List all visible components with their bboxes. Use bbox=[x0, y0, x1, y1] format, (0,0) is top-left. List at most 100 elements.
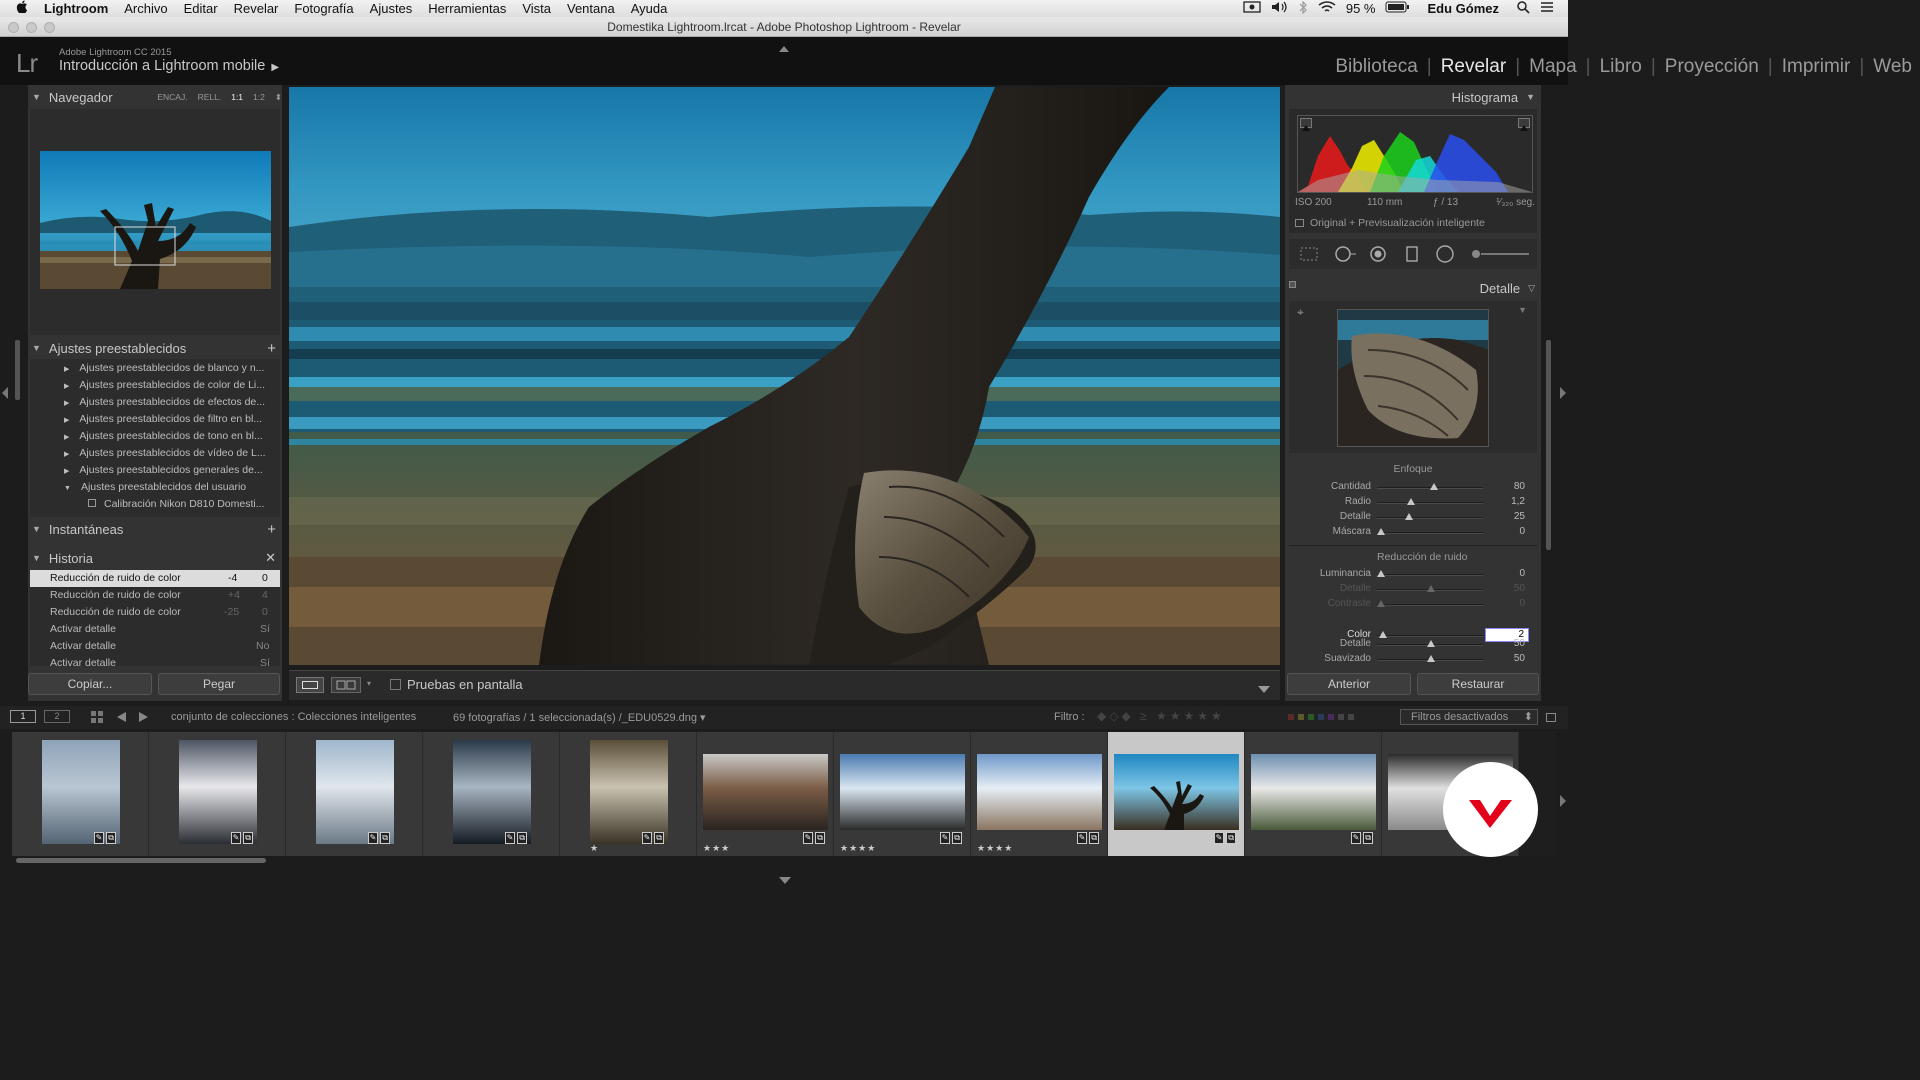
zoom-fill[interactable]: RELL. bbox=[198, 92, 222, 103]
slider-thumb[interactable] bbox=[1379, 631, 1387, 638]
slider-thumb[interactable] bbox=[1407, 498, 1415, 505]
color-label-filter[interactable] bbox=[1288, 714, 1354, 720]
radial-filter-icon[interactable] bbox=[1435, 245, 1455, 268]
filmstrip-cell[interactable]: ✎⧉ bbox=[286, 732, 423, 856]
right-panel-scrollbar[interactable] bbox=[1546, 340, 1551, 550]
menu-ventana[interactable]: Ventana bbox=[559, 0, 623, 17]
history-step[interactable]: Activar detalle Sí bbox=[30, 621, 280, 638]
filmstrip-thumbnail[interactable] bbox=[1114, 754, 1239, 830]
slider-track[interactable] bbox=[1377, 635, 1483, 637]
slider-value[interactable]: 50 bbox=[1485, 653, 1525, 664]
slider-detalle[interactable]: Detalle 50 bbox=[1285, 583, 1541, 597]
zoom-1-2[interactable]: 1:2 bbox=[253, 92, 265, 103]
zoom-window-button[interactable] bbox=[44, 22, 55, 33]
zoom-1-1[interactable]: 1:1 bbox=[231, 92, 243, 103]
slider-value[interactable]: 1,2 bbox=[1485, 496, 1525, 507]
main-screen-button[interactable]: 1 bbox=[10, 710, 36, 723]
filmstrip-count[interactable]: 69 fotografías / 1 seleccionada(s) /_EDU… bbox=[453, 711, 706, 724]
star-rating[interactable]: ★★★★ bbox=[977, 843, 1013, 854]
history-step[interactable]: Activar detalle No bbox=[30, 638, 280, 655]
slider-thumb[interactable] bbox=[1427, 655, 1435, 662]
preset-item[interactable]: Calibración Nikon D810 Domesti... bbox=[34, 498, 264, 514]
slider-thumb[interactable] bbox=[1427, 640, 1435, 647]
slider-thumb[interactable] bbox=[1405, 513, 1413, 520]
filmstrip-thumbnail[interactable] bbox=[840, 754, 965, 830]
filmstrip-cell[interactable]: ✎⧉ bbox=[423, 732, 560, 856]
module-proyeccion[interactable]: Proyección bbox=[1665, 56, 1759, 78]
filmstrip-scroll-right-icon[interactable] bbox=[1560, 794, 1566, 812]
histogram-header[interactable]: Histograma ▼ bbox=[1452, 86, 1535, 108]
collapse-triangle-icon[interactable]: ▼ bbox=[1526, 92, 1535, 102]
menu-revelar[interactable]: Revelar bbox=[226, 0, 287, 17]
filmstrip-cell[interactable]: ★★★★ ✎ ⧉ bbox=[971, 732, 1108, 856]
spot-removal-icon[interactable] bbox=[1333, 245, 1359, 268]
battery-icon[interactable] bbox=[1385, 1, 1410, 16]
filmstrip-cell[interactable]: ✎⧉ bbox=[149, 732, 286, 856]
detail-panel-toggle[interactable] bbox=[1289, 281, 1296, 288]
paste-settings-button[interactable]: Pegar bbox=[158, 673, 280, 695]
user-name[interactable]: Edu Gómez bbox=[1419, 1, 1507, 16]
collapse-filmstrip-icon[interactable] bbox=[779, 871, 791, 889]
slider-detalle[interactable]: Detalle 50 bbox=[1285, 638, 1541, 652]
menu-editar[interactable]: Editar bbox=[176, 0, 226, 17]
bluetooth-icon[interactable] bbox=[1299, 0, 1308, 17]
collapse-triangle-icon[interactable]: ▽ bbox=[1528, 283, 1535, 294]
filmstrip-cell[interactable]: ✎⧉ bbox=[1245, 732, 1382, 856]
slider-thumb[interactable] bbox=[1377, 570, 1385, 577]
filmstrip-cell-selected[interactable]: ✎ ⧉ bbox=[1108, 732, 1245, 856]
copy-settings-button[interactable]: Copiar... bbox=[28, 673, 152, 695]
star-rating[interactable]: ★★★ bbox=[703, 843, 730, 854]
filmstrip-thumbnail[interactable] bbox=[316, 740, 394, 844]
slider-track[interactable] bbox=[1377, 604, 1483, 606]
module-libro[interactable]: Libro bbox=[1600, 56, 1642, 78]
slider-value[interactable]: 0 bbox=[1485, 568, 1525, 579]
module-revelar[interactable]: Revelar bbox=[1441, 56, 1506, 78]
filter-lock-icon[interactable] bbox=[1546, 713, 1556, 722]
target-adjust-icon[interactable]: ⌖ bbox=[1297, 305, 1304, 320]
slider-thumb[interactable] bbox=[1427, 585, 1435, 592]
history-step[interactable]: Activar detalle Sí bbox=[30, 655, 280, 666]
slider-suavizado[interactable]: Suavizado 50 bbox=[1285, 653, 1541, 667]
slider-luminancia[interactable]: Luminancia 0 bbox=[1285, 568, 1541, 582]
smart-preview-status[interactable]: Original + Previsualización inteligente bbox=[1295, 217, 1485, 229]
histogram-box[interactable]: ISO 200 110 mm ƒ / 13 ¹⁄₃₂₀ seg. Origina… bbox=[1289, 109, 1537, 233]
preset-folder[interactable]: ▶ Ajustes preestablecidos de filtro en bl… bbox=[34, 413, 262, 429]
presets-header[interactable]: ▼ Ajustes preestablecidos + bbox=[32, 337, 282, 359]
filmstrip-scrollbar[interactable] bbox=[16, 858, 266, 863]
history-header[interactable]: ▼ Historia ✕ bbox=[32, 547, 282, 569]
filmstrip-thumbnail[interactable] bbox=[703, 754, 828, 830]
detail-header[interactable]: Detalle ▽ bbox=[1480, 277, 1535, 299]
filmstrip-thumbnail[interactable] bbox=[453, 740, 531, 844]
collapse-top-panel-icon[interactable] bbox=[779, 39, 789, 52]
red-eye-icon[interactable] bbox=[1369, 245, 1387, 268]
second-screen-button[interactable]: 2 bbox=[44, 710, 70, 723]
filmstrip-thumbnail[interactable] bbox=[977, 754, 1102, 830]
adjustment-brush-icon[interactable] bbox=[1471, 247, 1531, 266]
history-step[interactable]: Reducción de ruido de color -25 0 bbox=[30, 604, 280, 621]
view-menu-icon[interactable]: ▾ bbox=[367, 679, 371, 688]
slider-value[interactable]: 0 bbox=[1485, 526, 1525, 537]
filmstrip-cell[interactable]: ★ ✎ ⧉ bbox=[560, 732, 697, 856]
volume-icon[interactable] bbox=[1271, 1, 1289, 16]
flag-filter-icons[interactable]: ◆◇◆ ≥ ★★★★★ bbox=[1097, 709, 1225, 723]
previous-image-icon[interactable] bbox=[114, 710, 128, 727]
slider-thumb[interactable] bbox=[1430, 483, 1438, 490]
collapse-triangle-icon[interactable]: ▼ bbox=[32, 553, 41, 563]
slider-thumb[interactable] bbox=[1377, 528, 1385, 535]
menu-ajustes[interactable]: Ajustes bbox=[362, 0, 421, 17]
preset-folder[interactable]: ▶ Ajustes preestablecidos generales de... bbox=[34, 464, 263, 480]
preset-folder[interactable]: ▶ Ajustes preestablecidos de color de Li.… bbox=[34, 379, 265, 395]
next-image-icon[interactable] bbox=[137, 710, 151, 727]
collapse-triangle-icon[interactable]: ▼ bbox=[32, 343, 41, 353]
menu-herramientas[interactable]: Herramientas bbox=[420, 0, 514, 17]
slider-track[interactable] bbox=[1377, 532, 1483, 534]
filmstrip-cell[interactable]: ★★★★ ✎ ⧉ bbox=[834, 732, 971, 856]
slider-track[interactable] bbox=[1377, 574, 1483, 576]
loupe-view-icon[interactable] bbox=[296, 677, 324, 693]
graduated-filter-icon[interactable] bbox=[1405, 245, 1419, 268]
slider-detalle[interactable]: Detalle 25 bbox=[1285, 511, 1541, 525]
spotlight-search-icon[interactable] bbox=[1517, 0, 1530, 17]
slider-value[interactable]: 50 bbox=[1485, 638, 1525, 649]
navigator-preview-image[interactable] bbox=[40, 151, 271, 289]
filmstrip-thumbnail[interactable] bbox=[42, 740, 120, 844]
